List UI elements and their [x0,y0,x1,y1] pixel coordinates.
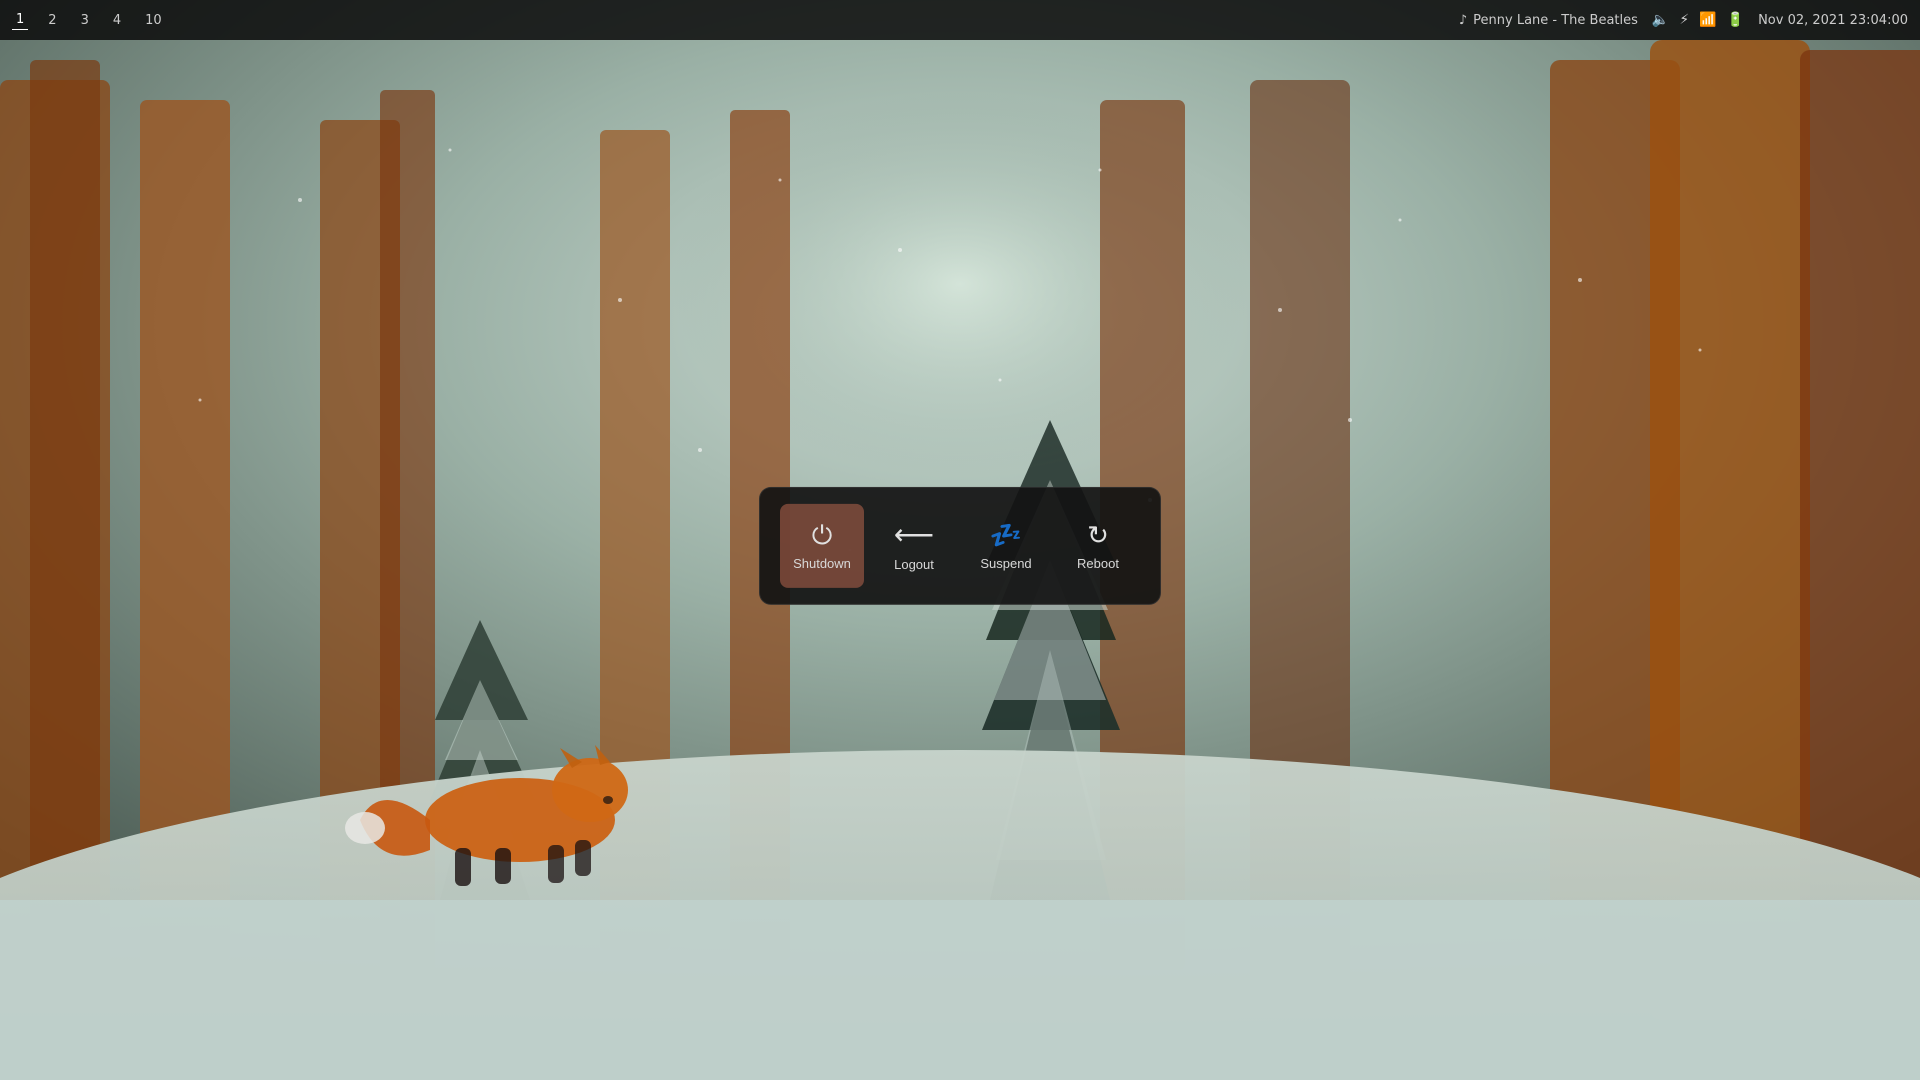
shutdown-label: Shutdown [793,555,851,570]
datetime: Nov 02, 2021 23:04:00 [1758,13,1908,28]
music-info: ♪ Penny Lane - The Beatles [1459,13,1638,28]
workspace-10[interactable]: 10 [141,11,166,30]
topbar: 1 2 3 4 10 ♪ Penny Lane - The Beatles 🔈 … [0,0,1920,40]
power-menu: ⏻ Shutdown ⟵ Logout 💤 Suspend ↻ Reboot [759,487,1161,605]
bluetooth-icon[interactable]: ⚡ [1679,12,1689,28]
reboot-label: Reboot [1077,555,1119,570]
battery-icon[interactable]: 🔋 [1727,12,1744,28]
suspend-icon: 💤 [990,521,1022,547]
volume-icon[interactable]: 🔈 [1652,12,1669,28]
workspace-3[interactable]: 3 [77,11,93,30]
suspend-label: Suspend [980,555,1031,570]
workspace-1[interactable]: 1 [12,10,28,30]
wifi-icon[interactable]: 📶 [1699,12,1716,28]
workspaces: 1 2 3 4 10 [12,10,166,30]
logout-icon: ⟵ [894,520,934,548]
now-playing: Penny Lane - The Beatles [1473,13,1638,28]
reboot-button[interactable]: ↻ Reboot [1056,504,1140,588]
music-note-icon: ♪ [1459,13,1467,28]
reboot-icon: ↻ [1087,521,1109,547]
logout-label: Logout [894,556,934,571]
logout-button[interactable]: ⟵ Logout [872,504,956,588]
tray-icons: 🔈 ⚡ 📶 🔋 [1652,12,1744,28]
suspend-button[interactable]: 💤 Suspend [964,504,1048,588]
shutdown-icon: ⏻ [812,521,833,547]
workspace-2[interactable]: 2 [44,11,60,30]
topbar-right: ♪ Penny Lane - The Beatles 🔈 ⚡ 📶 🔋 Nov 0… [1459,12,1908,28]
shutdown-button[interactable]: ⏻ Shutdown [780,504,864,588]
workspace-4[interactable]: 4 [109,11,125,30]
